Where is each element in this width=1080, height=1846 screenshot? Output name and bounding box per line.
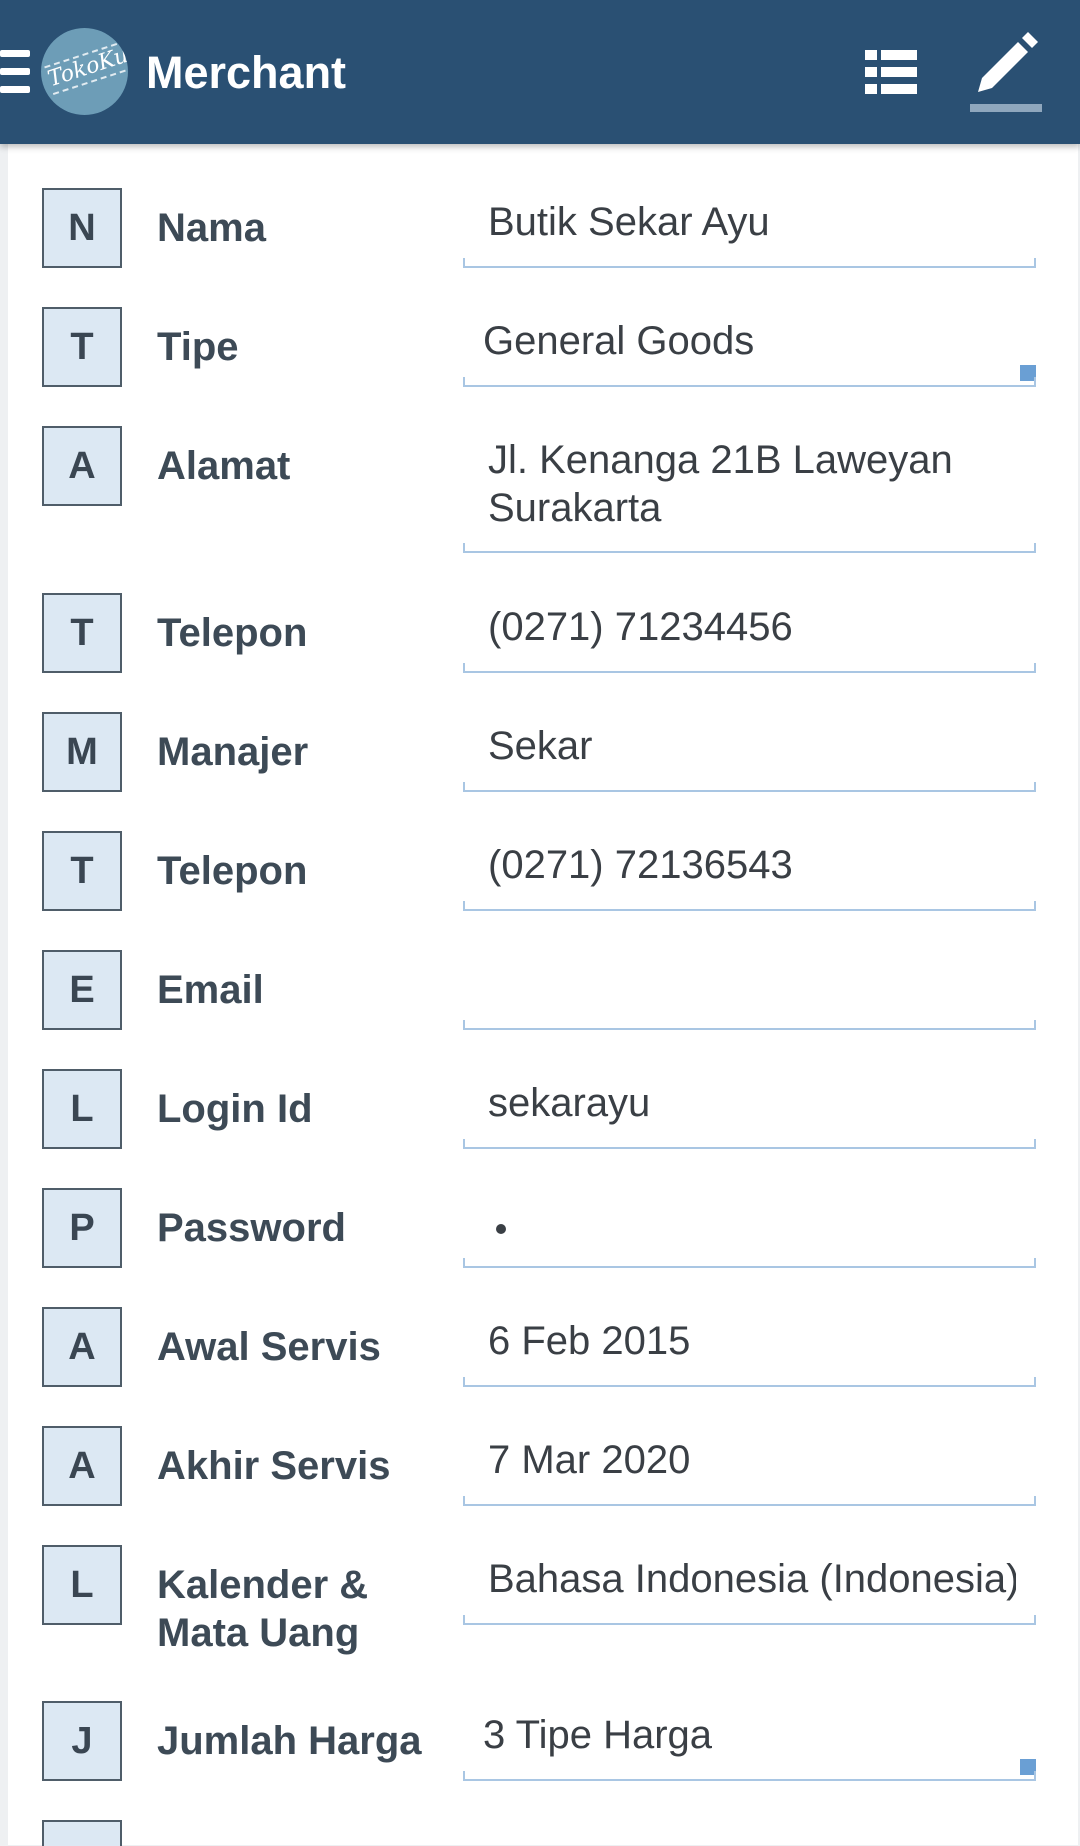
- field-initial-badge: L: [42, 1069, 122, 1149]
- password-mask-dot: [496, 1224, 506, 1234]
- field-label: Kalender & Mata Uang: [157, 1563, 369, 1655]
- app-header: TokoKu Merchant: [0, 0, 1080, 144]
- field-label: Jumlah Harga: [157, 1719, 422, 1763]
- email-input[interactable]: [463, 950, 1036, 1030]
- field-label: Telepon: [157, 611, 308, 655]
- dropdown-indicator-icon: [1020, 365, 1036, 381]
- page-title: Merchant: [146, 47, 347, 98]
- field-initial-badge: L: [42, 1545, 122, 1625]
- awal-servis-value: 6 Feb 2015: [488, 1319, 691, 1363]
- field-initial-badge: A: [42, 426, 122, 506]
- jumlah-harga-value: 3 Tipe Harga: [483, 1713, 713, 1757]
- telepon-value: (0271) 71234456: [488, 605, 793, 649]
- manajer-value: Sekar: [488, 724, 593, 768]
- login-id-input[interactable]: sekarayu: [463, 1069, 1036, 1149]
- field-initial-badge: A: [42, 1426, 122, 1506]
- field-label: Password: [157, 1206, 346, 1250]
- telepon-manajer-input[interactable]: (0271) 72136543: [463, 831, 1036, 911]
- tipe-value: General Goods: [483, 319, 755, 363]
- edit-underline: [970, 104, 1042, 112]
- jumlah-harga-select[interactable]: 3 Tipe Harga: [463, 1701, 1036, 1781]
- field-label: Awal Servis: [157, 1325, 381, 1369]
- field-label: Login Id: [157, 1087, 313, 1131]
- tipe-select[interactable]: General Goods: [463, 307, 1036, 387]
- pencil-edit-icon: [978, 32, 1038, 92]
- field-initial-badge: P: [42, 1188, 122, 1268]
- nama-input[interactable]: Butik Sekar Ayu: [463, 188, 1036, 268]
- field-label: Email: [157, 968, 264, 1012]
- field-initial-badge: N: [42, 188, 122, 268]
- field-initial-badge: A: [42, 1307, 122, 1387]
- merchant-form: N Nama Butik Sekar Ayu T Tipe General Go…: [8, 144, 1078, 1846]
- hamburger-menu-icon[interactable]: [0, 50, 30, 94]
- manajer-input[interactable]: Sekar: [463, 712, 1036, 792]
- field-initial-badge: T: [42, 593, 122, 673]
- field-label: Akhir Servis: [157, 1444, 391, 1488]
- logo-text: TokoKu: [44, 43, 128, 96]
- telepon-input[interactable]: (0271) 71234456: [463, 593, 1036, 673]
- telepon-manajer-value: (0271) 72136543: [488, 843, 793, 887]
- akhir-servis-value: 7 Mar 2020: [488, 1438, 691, 1482]
- kalender-input[interactable]: Bahasa Indonesia (Indonesia): [463, 1545, 1036, 1625]
- akhir-servis-input[interactable]: 7 Mar 2020: [463, 1426, 1036, 1506]
- field-initial-badge: T: [42, 831, 122, 911]
- edit-button[interactable]: [968, 28, 1044, 112]
- dropdown-indicator-icon: [1020, 1759, 1036, 1775]
- field-label: Manajer: [157, 730, 309, 774]
- awal-servis-input[interactable]: 6 Feb 2015: [463, 1307, 1036, 1387]
- nama-value: Butik Sekar Ayu: [488, 200, 770, 244]
- field-initial-badge: E: [42, 950, 122, 1030]
- alamat-input[interactable]: Jl. Kenanga 21B Laweyan Surakarta: [463, 426, 1036, 553]
- field-initial-badge: T: [42, 307, 122, 387]
- alamat-value: Jl. Kenanga 21B Laweyan Surakarta: [488, 438, 953, 530]
- login-id-value: sekarayu: [488, 1081, 651, 1125]
- field-label: Nama: [157, 206, 266, 250]
- app-logo: TokoKu: [41, 28, 128, 115]
- field-label: Alamat: [157, 444, 291, 488]
- field-initial-badge: [42, 1820, 122, 1846]
- password-input[interactable]: [463, 1188, 1036, 1268]
- list-view-icon[interactable]: [865, 50, 917, 94]
- field-label: Telepon: [157, 849, 308, 893]
- field-label: Tipe: [157, 325, 239, 369]
- field-initial-badge: M: [42, 712, 122, 792]
- kalender-value: Bahasa Indonesia (Indonesia): [488, 1557, 1016, 1601]
- field-initial-badge: J: [42, 1701, 122, 1781]
